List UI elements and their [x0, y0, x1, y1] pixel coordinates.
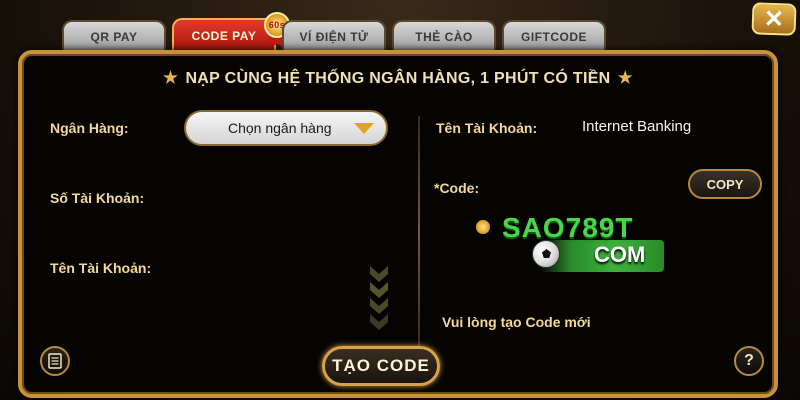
right-account-name-value: Internet Banking — [582, 118, 692, 135]
column-divider — [418, 116, 420, 348]
code-label: *Code: — [434, 180, 480, 196]
logo-suffix: COM — [594, 242, 646, 267]
bank-select-value: Chọn ngân hàng — [228, 120, 332, 136]
tab-label: CODE PAY — [191, 29, 257, 43]
panel-title: ✭ NẠP CÙNG HỆ THỐNG NGÂN HÀNG, 1 PHÚT CÓ … — [22, 68, 774, 88]
coin-icon — [476, 220, 490, 234]
star-icon: ✭ — [163, 70, 178, 87]
tab-label: QR PAY — [90, 30, 138, 44]
document-icon — [48, 353, 62, 369]
tab-scratch-card[interactable]: THẺ CÀO — [392, 20, 496, 52]
tab-giftcode[interactable]: GIFTCODE — [502, 20, 606, 52]
close-button[interactable]: ✕ — [751, 2, 797, 36]
chevron-down-icon — [354, 123, 374, 134]
history-button[interactable] — [40, 346, 70, 376]
tab-e-wallet[interactable]: VÍ ĐIỆN TỬ — [282, 20, 386, 52]
panel-title-text: NẠP CÙNG HỆ THỐNG NGÂN HÀNG, 1 PHÚT CÓ T… — [185, 70, 611, 87]
account-number-label: Số Tài Khoản: — [50, 190, 145, 206]
scroll-down-icon — [370, 266, 388, 330]
tab-bar: QR PAY CODE PAY 60s VÍ ĐIỆN TỬ THẺ CÀO G… — [62, 12, 606, 52]
account-name-label: Tên Tài Khoản: — [50, 260, 152, 276]
renew-code-note: Vui lòng tạo Code mới — [442, 314, 591, 330]
copy-button[interactable]: COPY — [688, 169, 762, 199]
star-icon: ✭ — [618, 70, 633, 87]
bank-label: Ngân Hàng: — [50, 120, 129, 136]
copy-label: COPY — [706, 176, 744, 192]
sao789t-logo: SAO789T COM — [502, 212, 672, 282]
code-pay-panel: ✭ NẠP CÙNG HỆ THỐNG NGÂN HÀNG, 1 PHÚT CÓ … — [18, 50, 778, 398]
right-account-name-label: Tên Tài Khoản: — [436, 120, 538, 136]
tab-code-pay[interactable]: CODE PAY 60s — [172, 12, 290, 52]
tab-label: GIFTCODE — [521, 30, 587, 44]
create-code-button[interactable]: TẠO CODE — [322, 346, 440, 386]
create-code-label: TẠO CODE — [332, 356, 430, 375]
close-icon: ✕ — [763, 5, 785, 33]
tab-label: VÍ ĐIỆN TỬ — [299, 30, 369, 44]
logo-brand: SAO789T — [502, 212, 634, 243]
tab-qr-pay[interactable]: QR PAY — [62, 20, 166, 52]
help-button[interactable]: ? — [734, 346, 764, 376]
soccer-ball-icon — [532, 240, 560, 268]
tab-label: THẺ CÀO — [415, 30, 473, 44]
help-icon: ? — [744, 352, 754, 369]
bank-select[interactable]: Chọn ngân hàng — [184, 110, 388, 146]
